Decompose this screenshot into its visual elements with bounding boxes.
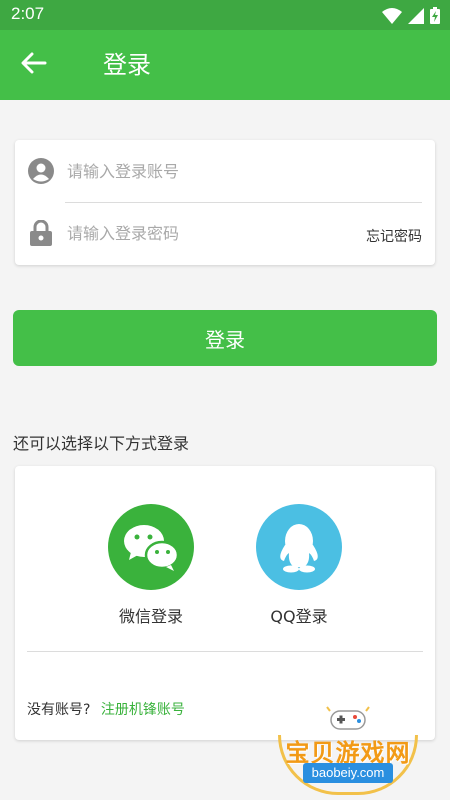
social-divider	[27, 651, 423, 652]
register-row: 没有账号? 注册机锋账号	[27, 699, 185, 719]
user-circle-icon	[27, 157, 55, 185]
wechat-login-button[interactable]: 微信登录	[96, 504, 206, 627]
wifi-icon	[382, 7, 402, 28]
password-field-row: 忘记密码	[15, 202, 435, 264]
status-icons	[382, 7, 440, 28]
password-input[interactable]	[67, 218, 357, 248]
qq-icon	[256, 504, 342, 590]
status-time: 2:07	[11, 4, 45, 23]
gamepad-icon	[325, 705, 371, 735]
watermark-url: baobeiy.com	[303, 763, 393, 783]
register-link[interactable]: 注册机锋账号	[101, 702, 185, 718]
wechat-icon	[108, 504, 194, 590]
login-button[interactable]: 登录	[13, 310, 437, 366]
register-prompt: 没有账号?	[27, 702, 91, 718]
status-bar: 2:07	[0, 0, 450, 30]
lock-icon	[27, 219, 55, 247]
qq-login-label: QQ登录	[270, 607, 328, 626]
account-field-row	[15, 140, 435, 202]
back-button[interactable]	[14, 47, 54, 83]
forgot-password-link[interactable]: 忘记密码	[366, 226, 422, 246]
qq-login-button[interactable]: QQ登录	[244, 504, 354, 627]
app-bar: 登录	[0, 30, 450, 100]
account-input[interactable]	[67, 156, 357, 186]
alternative-login-label: 还可以选择以下方式登录	[13, 434, 190, 453]
cell-signal-icon	[408, 7, 424, 28]
login-form-card: 忘记密码	[15, 140, 435, 265]
social-login-card: 微信登录 QQ登录 没有账号? 注册机锋账号	[15, 466, 435, 740]
battery-charging-icon	[430, 7, 440, 28]
watermark: 宝贝游戏网 baobeiy.com	[273, 705, 423, 795]
wechat-login-label: 微信登录	[118, 607, 183, 626]
arrow-left-icon	[21, 52, 47, 78]
page-title: 登录	[103, 51, 151, 79]
